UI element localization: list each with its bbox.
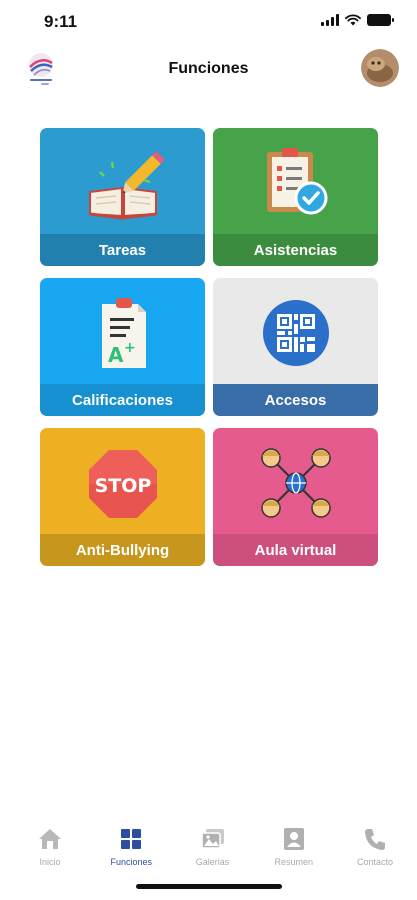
qr-code-icon: [262, 300, 329, 366]
svg-text:STOP: STOP: [94, 475, 151, 497]
tab-resumen-label: Resumen: [274, 857, 314, 867]
grid-icon: [121, 829, 142, 849]
header: Funciones: [0, 44, 417, 96]
tab-resumen[interactable]: Resumen: [262, 818, 326, 872]
calificaciones-label: Calificaciones: [40, 384, 205, 416]
home-indicator: [136, 884, 282, 889]
asistencias-label: Asistencias: [213, 234, 378, 266]
tareas-card[interactable]: Tareas: [40, 128, 205, 266]
tab-funciones[interactable]: Funciones: [99, 818, 163, 872]
clipboard-check-icon: [266, 148, 327, 215]
svg-text:A: A: [108, 343, 124, 367]
tab-contacto-label: Contacto: [356, 857, 394, 867]
status-bar: 9:11: [0, 0, 417, 44]
book-pencil-icon: [88, 151, 164, 220]
anti-bullying-card[interactable]: STOP Anti-Bullying: [40, 428, 205, 566]
tareas-label: Tareas: [40, 234, 205, 266]
page-title: Funciones: [168, 60, 249, 77]
virtual-classroom-icon: [260, 448, 331, 518]
tab-inicio-label: Inicio: [39, 857, 61, 867]
phone-icon: [365, 829, 385, 850]
calificaciones-card[interactable]: A + Calificaciones: [40, 278, 205, 416]
home-icon: [39, 829, 61, 849]
accesos-card[interactable]: Accesos: [213, 278, 378, 416]
status-icons: [321, 14, 394, 26]
gallery-icon: [200, 829, 224, 849]
aula-virtual-label: Aula virtual: [213, 534, 378, 566]
svg-text:+: +: [124, 340, 136, 356]
stop-sign-icon: STOP: [88, 450, 157, 518]
anti-bullying-label: Anti-Bullying: [40, 534, 205, 566]
accesos-label: Accesos: [213, 384, 378, 416]
signal-icon: [321, 14, 339, 26]
profile-card-icon: [283, 828, 304, 850]
battery-icon: [367, 14, 394, 26]
tab-inicio[interactable]: Inicio: [18, 818, 82, 872]
aula-virtual-card[interactable]: Aula virtual: [213, 428, 378, 566]
tab-galerias-label: Galerias: [195, 857, 230, 867]
grades-paper-icon: A +: [101, 298, 146, 368]
status-time: 9:11: [44, 12, 78, 31]
tab-contacto[interactable]: Contacto: [343, 818, 407, 872]
functions-grid: Tareas Asistencias A + Calificaciones Ac…: [40, 128, 378, 566]
tab-bar: Inicio Funciones Galerias Resumen Contac…: [0, 818, 417, 872]
tab-galerias[interactable]: Galerias: [181, 818, 245, 872]
tab-funciones-label: Funciones: [110, 857, 153, 867]
asistencias-card[interactable]: Asistencias: [213, 128, 378, 266]
wifi-icon: [345, 14, 361, 26]
avatar[interactable]: [361, 49, 399, 87]
